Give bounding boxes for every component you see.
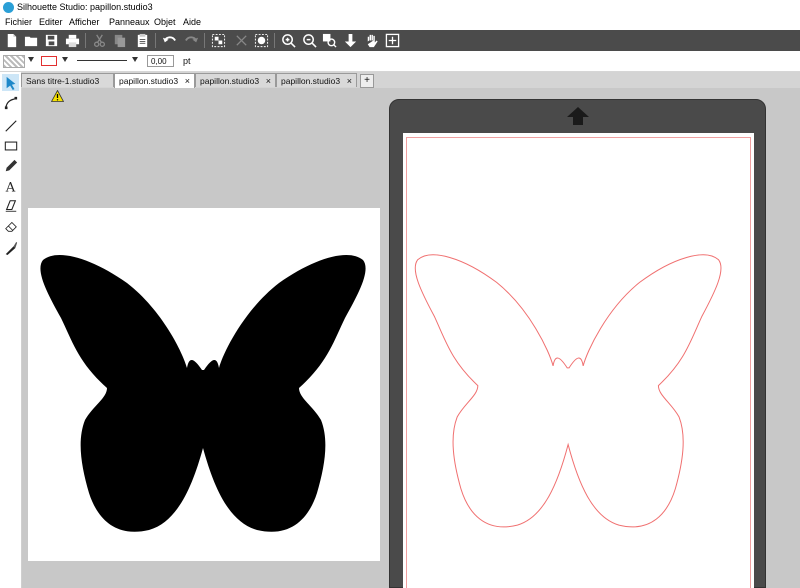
zoom-fit-icon[interactable] (320, 32, 338, 49)
tab-label: papillon.studio3 (200, 76, 260, 86)
close-tab-icon[interactable]: × (266, 74, 271, 88)
line-tool-icon[interactable] (2, 117, 19, 134)
copy-icon[interactable] (110, 32, 128, 49)
butterfly-cut-line[interactable] (412, 248, 728, 533)
toolbar-separator (274, 33, 275, 48)
line-color-swatch[interactable] (41, 56, 57, 66)
paste-icon[interactable] (133, 32, 151, 49)
window-title: Silhouette Studio: papillon.studio3 (17, 2, 153, 12)
text-tool-icon[interactable]: A (2, 177, 19, 194)
tab-papillon-3[interactable]: papillon.studio3 × (276, 73, 357, 87)
eraser-fill-tool-icon[interactable] (2, 197, 19, 214)
knife-tool-icon[interactable] (2, 239, 19, 256)
menu-fichier[interactable]: Fichier (5, 17, 32, 27)
document-tabs: Sans titre-1.studio3 papillon.studio3 × p… (21, 72, 800, 88)
line-width-unit: pt (183, 56, 191, 66)
menu-panneaux[interactable]: Panneaux (109, 17, 150, 27)
butterfly-shape[interactable] (37, 248, 373, 538)
redo-icon[interactable] (182, 32, 200, 49)
open-folder-icon[interactable] (22, 32, 40, 49)
pencil-tool-icon[interactable] (2, 157, 19, 174)
warning-icon[interactable] (51, 90, 64, 102)
save-icon[interactable] (42, 32, 60, 49)
fill-pattern-swatch[interactable] (3, 55, 25, 68)
zoom-in-icon[interactable] (279, 32, 297, 49)
compound-path-icon[interactable] (252, 32, 270, 49)
undo-icon[interactable] (160, 32, 178, 49)
menu-objet[interactable]: Objet (154, 17, 176, 27)
select-tool-icon[interactable] (2, 74, 19, 91)
tab-label: Sans titre-1.studio3 (26, 76, 100, 86)
menu-editer[interactable]: Editer (39, 17, 63, 27)
line-style-preview[interactable] (77, 60, 127, 61)
fit-page-icon[interactable] (383, 32, 401, 49)
fill-dropdown-arrow-icon[interactable] (28, 57, 34, 62)
main-toolbar (0, 30, 800, 51)
line-color-dropdown-arrow-icon[interactable] (62, 57, 68, 62)
eraser-tool-icon[interactable] (2, 217, 19, 234)
ungroup-icon[interactable] (232, 32, 250, 49)
print-icon[interactable] (63, 32, 81, 49)
tab-papillon-2[interactable]: papillon.studio3 × (195, 73, 276, 87)
toolbar-separator (155, 33, 156, 48)
line-style-dropdown-arrow-icon[interactable] (132, 57, 138, 62)
zoom-out-icon[interactable] (300, 32, 318, 49)
line-width-input[interactable]: 0,00 (147, 55, 174, 67)
line-properties-bar: 0,00 pt (0, 51, 800, 72)
tab-sans-titre-1[interactable]: Sans titre-1.studio3 (21, 73, 114, 87)
title-bar: Silhouette Studio: papillon.studio3 (0, 0, 800, 15)
new-file-icon[interactable] (2, 32, 20, 49)
toolbar-separator (204, 33, 205, 48)
menu-afficher[interactable]: Afficher (69, 17, 99, 27)
tab-label: papillon.studio3 (281, 76, 341, 86)
close-tab-icon[interactable]: × (185, 74, 190, 88)
tab-papillon-active[interactable]: papillon.studio3 × (114, 73, 195, 88)
load-direction-arrow-icon (567, 107, 589, 125)
add-tab-button[interactable]: + (360, 74, 374, 88)
move-down-icon[interactable] (341, 32, 359, 49)
tab-label: papillon.studio3 (119, 76, 179, 86)
cut-icon[interactable] (90, 32, 108, 49)
app-logo-icon (3, 2, 14, 13)
menu-aide[interactable]: Aide (183, 17, 201, 27)
tool-palette: A (0, 72, 22, 588)
edit-points-tool-icon[interactable] (2, 94, 19, 111)
group-icon[interactable] (209, 32, 227, 49)
rectangle-tool-icon[interactable] (2, 137, 19, 154)
menu-bar: Fichier Editer Afficher Panneaux Objet A… (0, 15, 800, 30)
svg-text:A: A (4, 180, 15, 193)
close-tab-icon[interactable]: × (347, 74, 352, 88)
toolbar-separator (85, 33, 86, 48)
pan-hand-icon[interactable] (362, 32, 380, 49)
